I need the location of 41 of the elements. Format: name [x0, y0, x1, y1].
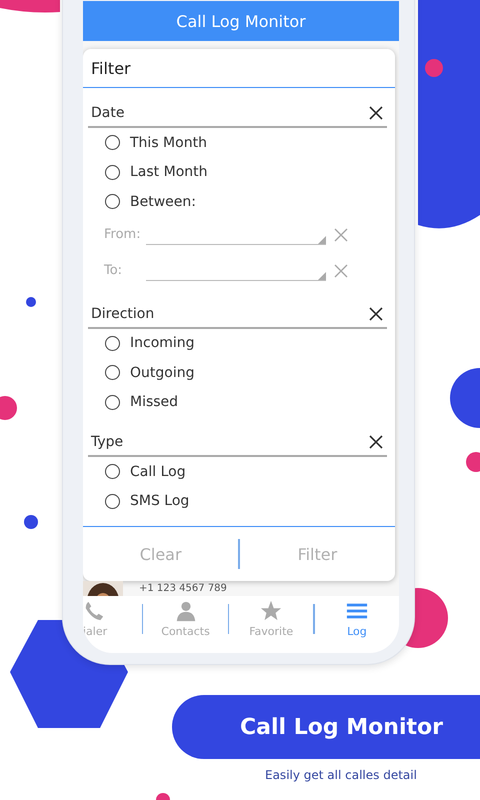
option-label: Between:	[130, 194, 196, 210]
app-title: Call Log Monitor	[176, 12, 306, 30]
option-label: Last Month	[130, 164, 208, 180]
banner-title: Call Log Monitor	[240, 714, 443, 740]
section-title: Type	[91, 434, 124, 450]
option-label: SMS Log	[130, 493, 190, 510]
section-title: Date	[91, 105, 124, 121]
radio-button[interactable]	[105, 164, 120, 180]
star-icon	[260, 600, 282, 622]
dialog-title: Filter	[83, 49, 395, 88]
nav-tab[interactable]: Favorite	[229, 600, 314, 638]
option-label: Call Log	[130, 464, 186, 480]
nav-tab[interactable]: ialer	[83, 600, 142, 638]
close-icon[interactable]	[369, 306, 383, 320]
close-icon[interactable]	[369, 435, 383, 449]
close-icon[interactable]	[369, 106, 383, 120]
tagline: Easily get all calles detail	[265, 768, 417, 782]
dot-shape	[24, 515, 38, 529]
phone-icon	[83, 600, 105, 622]
option-label: Incoming	[130, 335, 195, 352]
nav-tab[interactable]: Contacts	[143, 600, 228, 638]
range-label: From:	[104, 227, 142, 242]
radio-button[interactable]	[105, 336, 120, 351]
option-label: Outgoing	[130, 364, 194, 381]
person-icon	[174, 600, 197, 622]
phone-number: +1 123 4567 789	[139, 582, 227, 596]
radio-button[interactable]	[105, 365, 120, 380]
option-label: This Month	[130, 134, 207, 151]
section-title: Direction	[91, 306, 154, 322]
nav-tab[interactable]: Log	[314, 600, 399, 638]
radio-button[interactable]	[105, 494, 120, 509]
radio-button[interactable]	[105, 135, 120, 150]
radio-button[interactable]	[105, 194, 120, 210]
option-label: Missed	[130, 394, 178, 410]
radio-button[interactable]	[105, 394, 120, 410]
radio-button[interactable]	[105, 464, 120, 480]
dialog-button[interactable]: Clear	[83, 527, 238, 581]
dialog-button[interactable]: Filter	[240, 527, 395, 581]
range-label: To:	[104, 263, 124, 278]
dot-shape	[26, 297, 36, 307]
blob-shape	[0, 0, 60, 12]
